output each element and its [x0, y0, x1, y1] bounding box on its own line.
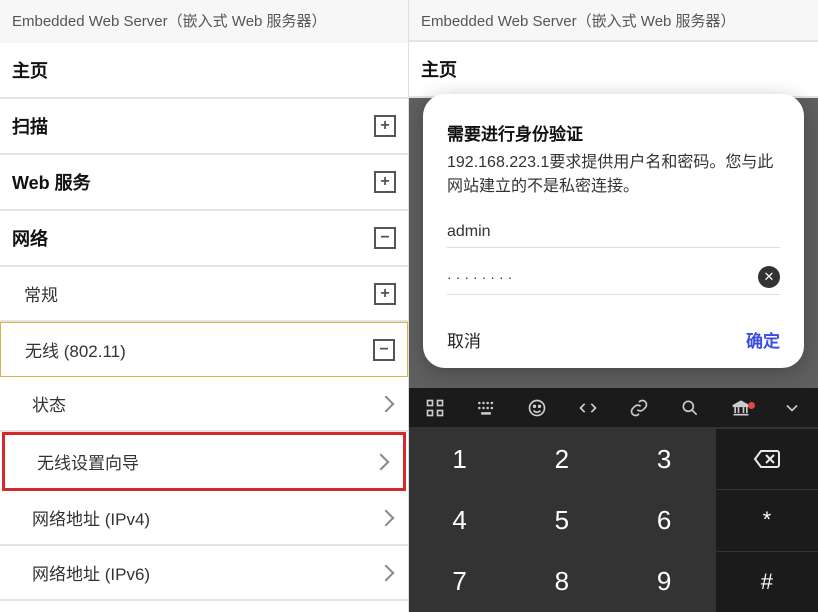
chevron-right-icon — [378, 395, 395, 412]
chevron-right-icon — [378, 509, 395, 526]
keyboard-collapse-icon[interactable] — [776, 398, 808, 418]
nav-general-label: 常规 — [24, 281, 58, 306]
dialog-message: 192.168.223.1要求提供用户名和密码。您与此网站建立的不是私密连接。 — [447, 151, 780, 199]
nav-home-right[interactable]: 主页 — [409, 40, 818, 98]
page-title-right: Embedded Web Server（嵌入式 Web 服务器） — [409, 0, 818, 43]
right-pane: Embedded Web Server（嵌入式 Web 服务器） 主页 需要进行… — [409, 0, 818, 612]
chevron-right-icon — [373, 453, 390, 470]
key-3[interactable]: 3 — [614, 428, 716, 489]
nav-home-label: 主页 — [12, 57, 48, 83]
nav-ipv4-label: 网络地址 (IPv4) — [32, 505, 150, 530]
nav-ipv6[interactable]: 网络地址 (IPv6) — [0, 546, 408, 601]
cancel-button[interactable]: 取消 — [447, 327, 481, 352]
expand-icon: + — [374, 171, 396, 193]
code-icon[interactable] — [572, 398, 604, 418]
ok-button[interactable]: 确定 — [746, 327, 780, 352]
page-title-left: Embedded Web Server（嵌入式 Web 服务器） — [0, 0, 408, 43]
nav-scan[interactable]: 扫描 + — [0, 99, 408, 155]
password-row: ········ ✕ — [447, 266, 780, 295]
nav-ipv6-label: 网络地址 (IPv6) — [32, 560, 150, 585]
nav-ipv4[interactable]: 网络地址 (IPv4) — [0, 491, 408, 546]
nav-band[interactable]: 无线频带 — [0, 601, 408, 612]
expand-icon: + — [374, 115, 396, 137]
bank-icon[interactable] — [725, 398, 757, 418]
key-2[interactable]: 2 — [511, 428, 613, 489]
clear-password-icon[interactable]: ✕ — [758, 266, 780, 288]
collapse-icon: − — [373, 339, 395, 361]
username-field[interactable]: admin — [447, 223, 780, 248]
key-backspace[interactable] — [716, 428, 818, 489]
numeric-keyboard: 1 2 3 4 5 6 * 7 8 9 # — [409, 388, 818, 612]
keyboard-layout-icon[interactable] — [470, 398, 502, 418]
nav-general[interactable]: 常规 + — [0, 267, 408, 322]
collapse-icon: − — [374, 227, 396, 249]
key-7[interactable]: 7 — [409, 551, 511, 612]
key-9[interactable]: 9 — [614, 551, 716, 612]
expand-icon: + — [374, 283, 396, 305]
nav-wireless[interactable]: 无线 (802.11) − — [0, 322, 408, 377]
search-icon[interactable] — [674, 398, 706, 418]
nav-home[interactable]: 主页 — [0, 43, 408, 99]
dialog-title: 需要进行身份验证 — [447, 120, 780, 145]
key-6[interactable]: 6 — [614, 489, 716, 550]
highlight-wizard: 无线设置向导 — [2, 432, 406, 491]
key-4[interactable]: 4 — [409, 489, 511, 550]
nav-wireless-wizard[interactable]: 无线设置向导 — [5, 435, 403, 488]
left-pane: Embedded Web Server（嵌入式 Web 服务器） 主页 扫描 +… — [0, 0, 409, 612]
notification-dot-icon — [748, 402, 755, 409]
nav-wireless-wizard-label: 无线设置向导 — [37, 449, 139, 474]
auth-dialog: 需要进行身份验证 192.168.223.1要求提供用户名和密码。您与此网站建立… — [423, 94, 804, 368]
keyboard-toolbar — [409, 388, 818, 428]
link-icon[interactable] — [623, 398, 655, 418]
nav-network[interactable]: 网络 − — [0, 211, 408, 267]
nav-scan-label: 扫描 — [12, 113, 48, 139]
root: Embedded Web Server（嵌入式 Web 服务器） 主页 扫描 +… — [0, 0, 818, 612]
emoji-icon[interactable] — [521, 398, 553, 418]
apps-icon[interactable] — [419, 398, 451, 418]
chevron-right-icon — [378, 564, 395, 581]
nav-network-label: 网络 — [12, 225, 48, 251]
key-5[interactable]: 5 — [511, 489, 613, 550]
nav-status[interactable]: 状态 — [0, 377, 408, 432]
key-hash[interactable]: # — [716, 551, 818, 612]
key-asterisk[interactable]: * — [716, 489, 818, 550]
dialog-actions: 取消 确定 — [447, 327, 780, 352]
key-1[interactable]: 1 — [409, 428, 511, 489]
nav-web-services-label: Web 服务 — [12, 169, 91, 195]
nav-web-services[interactable]: Web 服务 + — [0, 155, 408, 211]
password-field[interactable]: ········ — [447, 269, 758, 285]
keypad-grid: 1 2 3 4 5 6 * 7 8 9 # — [409, 428, 818, 612]
nav-status-label: 状态 — [32, 391, 66, 416]
key-8[interactable]: 8 — [511, 551, 613, 612]
nav-wireless-label: 无线 (802.11) — [25, 337, 126, 362]
